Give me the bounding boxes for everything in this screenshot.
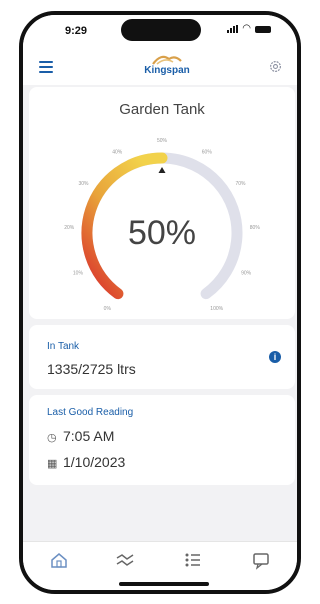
in-tank-label: In Tank: [47, 341, 80, 352]
tick-label: 70%: [235, 181, 246, 187]
last-reading-label: Last Good Reading: [47, 407, 134, 418]
trend-icon[interactable]: [115, 550, 135, 570]
tick-label: 50%: [157, 138, 168, 144]
notch: [121, 19, 201, 41]
info-icon[interactable]: i: [269, 351, 281, 363]
app-header: Kingspan: [23, 49, 297, 85]
brand-logo: Kingspan: [137, 53, 197, 76]
tick-label: 10%: [73, 271, 84, 277]
last-reading-card: Last Good Reading ◷ 7:05 AM ▦ 1/10/2023: [29, 395, 295, 485]
home-icon[interactable]: [49, 550, 69, 570]
level-gauge: 0% 10% 20% 30% 40% 50% 60% 70% 80% 90% 100% 50%: [64, 138, 261, 312]
clock-icon: ◷: [47, 432, 57, 444]
battery-icon: [255, 25, 271, 33]
tick-label: 90%: [241, 271, 252, 277]
logo-mark-icon: [152, 55, 182, 65]
phone-frame: 9:29 ◠ Kingspan Garden Tank 0% 10% 20% 3…: [19, 11, 301, 594]
list-icon[interactable]: [183, 550, 203, 570]
message-icon[interactable]: [251, 550, 271, 570]
percent-label: 50%: [128, 214, 196, 252]
home-indicator: [119, 582, 209, 586]
calendar-icon: ▦: [47, 458, 58, 470]
logo-text: Kingspan: [144, 65, 190, 76]
tick-label: 20%: [64, 225, 75, 231]
tick-label: 80%: [250, 225, 261, 231]
tick-label: 60%: [202, 150, 213, 156]
status-icons: ◠: [227, 23, 271, 34]
reading-date: 1/10/2023: [63, 454, 126, 470]
signal-icon: [227, 25, 239, 33]
tick-label: 30%: [78, 181, 89, 187]
tick-label: 0%: [104, 306, 112, 312]
status-time: 9:29: [65, 25, 88, 37]
status-bar: 9:29 ◠: [23, 15, 297, 49]
gauge-card: Garden Tank 0% 10% 20% 30% 40% 50% 60% 70% 80% 90…: [29, 87, 295, 319]
gear-icon[interactable]: [268, 59, 283, 74]
menu-icon[interactable]: [39, 61, 53, 73]
reading-time: 7:05 AM: [63, 428, 115, 444]
tab-bar: [23, 541, 297, 590]
level-marker: [158, 167, 166, 173]
tick-label: 40%: [112, 150, 123, 156]
in-tank-value: 1335/2725 ltrs: [47, 361, 136, 377]
wifi-icon: ◠: [242, 23, 251, 34]
tick-label: 100%: [210, 306, 223, 312]
in-tank-card: In Tank 1335/2725 ltrs i: [29, 325, 295, 389]
